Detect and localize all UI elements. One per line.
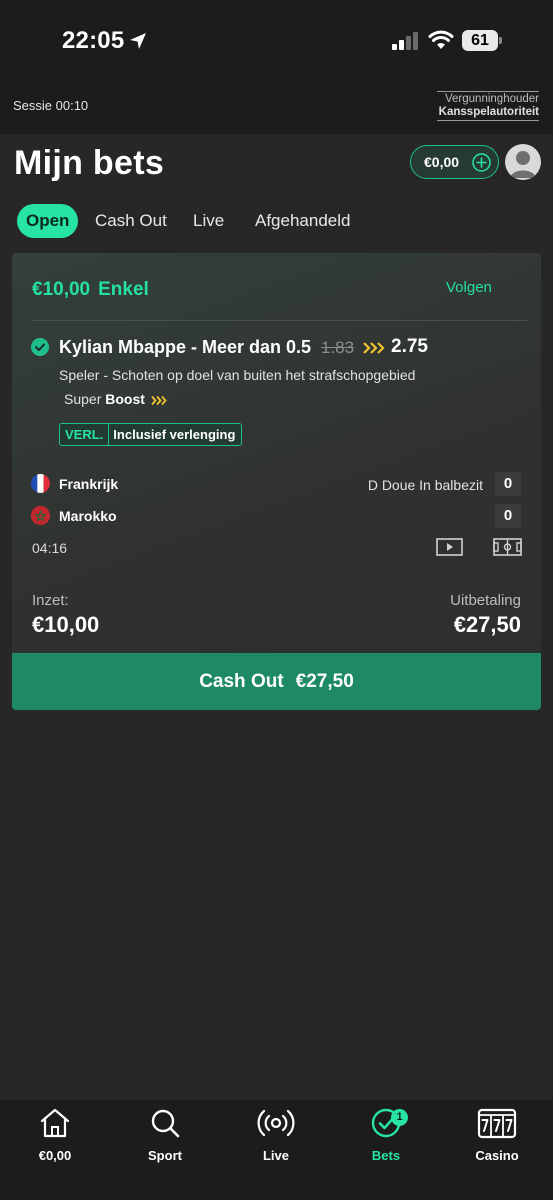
bet-tabs: Open Cash Out Live Afgehandeld xyxy=(0,204,553,238)
extra-time-badge: VERL. Inclusief verlenging xyxy=(59,423,243,446)
nav-bets[interactable]: 1 Bets xyxy=(341,1106,431,1166)
check-circle-icon xyxy=(31,338,49,356)
license-holder-text: Vergunninghouder xyxy=(445,93,539,105)
super-boost-label: Super Boost xyxy=(64,391,145,407)
tab-settled[interactable]: Afgehandeld xyxy=(255,204,350,238)
france-flag-icon xyxy=(31,474,50,493)
tab-live[interactable]: Live xyxy=(193,204,224,238)
cash-out-label: Cash Out xyxy=(199,671,284,692)
possession-status: D Doue In balbezit xyxy=(367,477,483,493)
status-time: 22:05 xyxy=(62,27,125,54)
match-clock: 04:16 xyxy=(32,540,68,556)
search-icon xyxy=(151,1109,180,1138)
nav-casino-label: Casino xyxy=(475,1148,519,1163)
home-score: 0 xyxy=(495,472,521,496)
stake-value: €10,00 xyxy=(32,612,100,637)
live-broadcast-icon xyxy=(257,1109,295,1137)
nav-sport[interactable]: Sport xyxy=(120,1106,210,1166)
bottom-navigation: €0,00 Sport Live 1 Bets Casino xyxy=(0,1100,553,1200)
extra-time-code: VERL. xyxy=(60,424,110,445)
payout-label: Uitbetaling xyxy=(450,592,521,609)
nav-bets-label: Bets xyxy=(371,1148,401,1163)
license-authority-text: Kansspelautoriteit xyxy=(438,106,539,118)
user-icon xyxy=(510,151,536,178)
old-odds: 1.83 xyxy=(321,338,355,357)
follow-button[interactable]: Volgen xyxy=(446,279,492,296)
nav-live-label: Live xyxy=(262,1148,289,1163)
battery-cap xyxy=(499,37,502,44)
location-arrow-icon xyxy=(130,33,146,49)
page-header: Mijn bets €0,00 Open Cash Out Live Afgeh… xyxy=(0,134,553,254)
nav-home-label: €0,00 xyxy=(38,1148,72,1163)
battery-indicator: 61 xyxy=(462,30,502,51)
super-boost-prefix: Super xyxy=(64,391,102,407)
nav-home[interactable]: €0,00 xyxy=(10,1106,100,1166)
license-logo: Vergunninghouder Kansspelautoriteit xyxy=(437,91,539,121)
avatar[interactable] xyxy=(505,144,541,180)
tab-open[interactable]: Open xyxy=(17,204,79,238)
bet-stake-amount: €10,00 xyxy=(32,279,91,300)
boost-arrows-icon xyxy=(363,342,385,354)
away-score: 0 xyxy=(495,504,521,528)
balance-deposit-button[interactable]: €0,00 xyxy=(410,145,499,179)
match-tracker-pitch-icon[interactable] xyxy=(493,538,522,556)
morocco-flag-icon xyxy=(31,506,50,525)
super-boost-word: Boost xyxy=(105,391,145,407)
my-bets-screen: 22:05 61 Sessie 00:10 Vergunninghouder K… xyxy=(0,0,553,1200)
home-team: Frankrijk xyxy=(59,476,119,492)
boost-arrows-small-icon xyxy=(151,395,167,406)
balance-amount: €0,00 xyxy=(424,154,460,170)
home-icon xyxy=(40,1108,70,1138)
tab-cash-out[interactable]: Cash Out xyxy=(95,204,167,238)
video-play-icon[interactable] xyxy=(436,538,463,556)
bet-market: Speler - Schoten op doel van buiten het … xyxy=(59,367,416,383)
slot-machine-icon xyxy=(477,1108,517,1139)
page-title: Mijn bets xyxy=(14,144,165,182)
nav-live[interactable]: Live xyxy=(231,1106,321,1166)
nav-casino[interactable]: Casino xyxy=(452,1106,542,1166)
bet-selection: Kylian Mbappe - Meer dan 0.5 xyxy=(59,337,312,357)
new-odds: 2.75 xyxy=(391,336,428,357)
stake-label: Inzet: xyxy=(32,592,69,609)
cash-out-amount: €27,50 xyxy=(295,671,354,692)
card-divider xyxy=(32,320,527,321)
battery-level: 61 xyxy=(462,30,498,51)
cash-out-button[interactable]: Cash Out €27,50 xyxy=(12,653,541,710)
nav-sport-label: Sport xyxy=(148,1148,182,1163)
away-team: Marokko xyxy=(59,508,117,524)
bet-stake-type: €10,00 Enkel xyxy=(32,279,149,301)
extra-time-label: Inclusief verlenging xyxy=(113,427,236,442)
session-timer: Sessie 00:10 xyxy=(13,98,89,113)
wifi-icon xyxy=(428,30,454,49)
session-bar: Sessie 00:10 Vergunninghouder Kansspelau… xyxy=(0,84,553,134)
status-bar: 22:05 61 xyxy=(0,0,553,84)
payout-value: €27,50 xyxy=(453,612,521,637)
bet-type: Enkel xyxy=(98,279,149,300)
plus-circle-icon xyxy=(472,153,491,172)
bets-count-badge: 1 xyxy=(391,1109,408,1126)
cellular-signal-icon xyxy=(392,32,418,50)
bet-card[interactable]: €10,00 Enkel Volgen Kylian Mbappe - Meer … xyxy=(12,253,541,710)
